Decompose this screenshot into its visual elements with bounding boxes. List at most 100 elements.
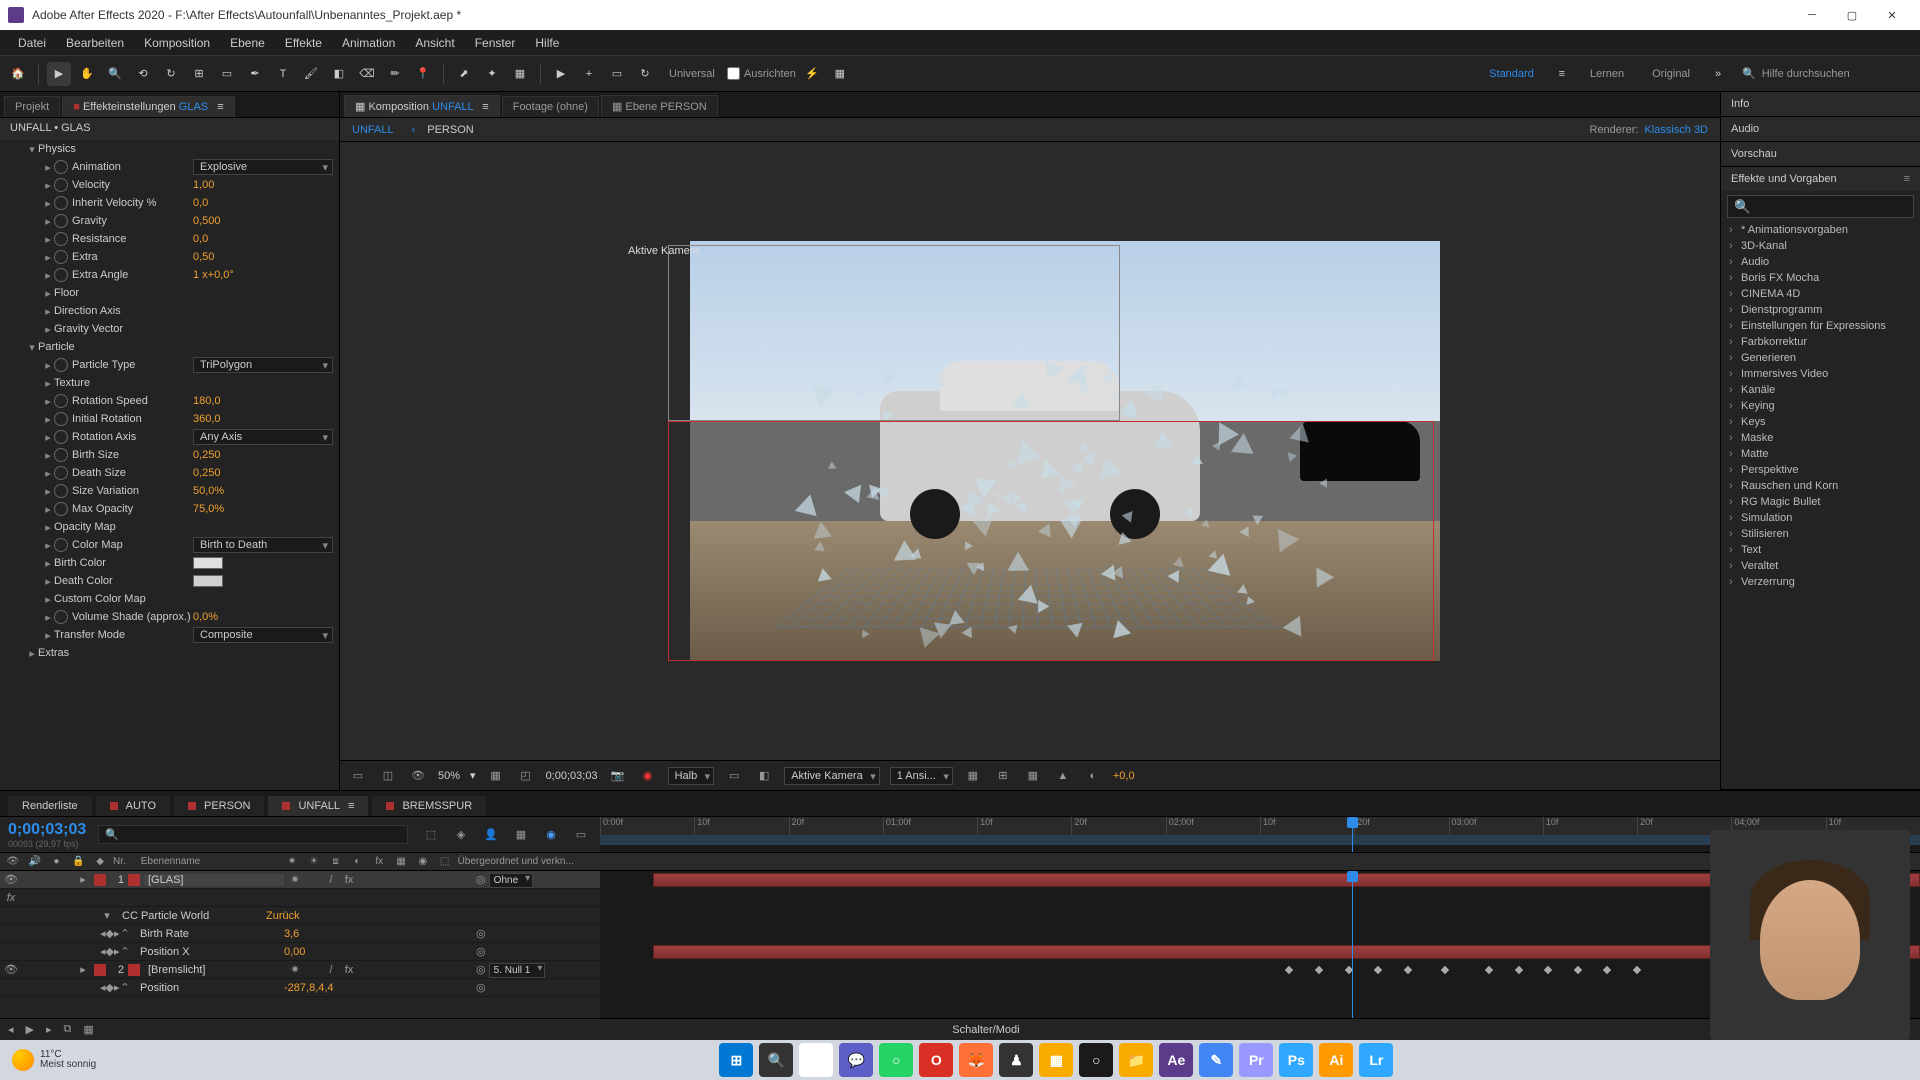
mask-icon[interactable]: 👁 [408,766,428,786]
zoom-tool-icon[interactable]: 🔍 [103,62,127,86]
value-13[interactable]: 180,0 [193,395,333,407]
color-swatch[interactable] [193,557,223,569]
effect-category-rauschen-und-korn[interactable]: Rauschen und Korn [1727,478,1914,494]
pickwhip-icon[interactable]: ◎ [476,946,486,958]
stopwatch-icon[interactable] [54,448,68,462]
ausrichten-checkbox[interactable] [727,67,740,80]
prop-value[interactable]: 3,6 [284,928,299,940]
taskbar-app[interactable]: 💬 [839,1043,873,1077]
tl-next-kf-icon[interactable]: ▸ [46,1023,52,1036]
panel-vorschau[interactable]: Vorschau [1721,142,1920,166]
ruler-tick[interactable]: 01;00f [883,817,977,835]
axis-local-icon[interactable]: ⬈ [452,62,476,86]
col-audio-icon[interactable]: 🔊 [26,856,44,867]
value-19[interactable]: 75,0% [193,503,333,515]
stopwatch-icon[interactable] [54,610,68,624]
effect-category-generieren[interactable]: Generieren [1727,350,1914,366]
renderer-value[interactable]: Klassisch 3D [1644,124,1708,136]
ruler-tick[interactable]: 02;00f [1166,817,1260,835]
layer-bounds-1[interactable] [668,421,1434,661]
composition-viewer[interactable]: Aktive Kamera [340,142,1720,760]
taskbar-app[interactable]: ▭ [799,1043,833,1077]
effect-category-verzerrung[interactable]: Verzerrung [1727,574,1914,590]
stopwatch-icon[interactable] [54,538,68,552]
dropdown-21[interactable]: Birth to Death [193,537,333,553]
always-preview-icon[interactable]: ▭ [348,766,368,786]
comp-flowchart-icon[interactable]: ⬚ [420,824,442,846]
breadcrumb-unfall[interactable]: UNFALL [352,124,394,136]
dropdown-15[interactable]: Any Axis [193,429,333,445]
effect-category-simulation[interactable]: Simulation [1727,510,1914,526]
shy-switch[interactable]: ✷ [288,963,302,976]
menu-fenster[interactable]: Fenster [465,36,526,50]
orbit-tool-icon[interactable]: ⟲ [131,62,155,86]
effect-category-cinema-4d[interactable]: CINEMA 4D [1727,286,1914,302]
taskbar-app[interactable]: ✎ [1199,1043,1233,1077]
draft-3d-icon[interactable]: ◈ [450,824,472,846]
ruler-tick[interactable]: 0:00f [600,817,694,835]
graph-icon[interactable]: ⌃ [118,945,132,958]
layer-row[interactable]: 👁▸2[Bremslicht]✷/fx◎ 5. Null 1 [0,961,600,979]
stopwatch-icon[interactable] [54,394,68,408]
stopwatch-icon[interactable] [54,178,68,192]
twirl-icon[interactable]: ▾ [26,143,38,156]
effect-category-keying[interactable]: Keying [1727,398,1914,414]
effect-category-perspektive[interactable]: Perspektive [1727,462,1914,478]
pickwhip-icon[interactable]: ◎ [476,982,486,994]
panel-info[interactable]: Info [1721,92,1920,116]
ruler-tick[interactable]: 10f [1543,817,1637,835]
taskbar-app[interactable]: ⊞ [719,1043,753,1077]
ruler-tick[interactable]: 10f [1260,817,1354,835]
menu-ebene[interactable]: Ebene [220,36,275,50]
camera-view-select[interactable]: Aktive Kamera [784,767,880,785]
pickwhip-icon[interactable]: ◎ [476,964,486,976]
effect-category-einstellungen-f-r-expressions[interactable]: Einstellungen für Expressions [1727,318,1914,334]
col-solo-icon[interactable]: ● [48,856,66,867]
effects-search-input[interactable] [1727,195,1914,218]
layer-bounds-2[interactable] [668,245,1120,421]
toggle-modes-icon[interactable]: ▦ [83,1023,93,1036]
graph-icon[interactable]: ⌃ [118,981,132,994]
value-16[interactable]: 0,250 [193,449,333,461]
effect-category-kan-le[interactable]: Kanäle [1727,382,1914,398]
ruler-tick[interactable]: 03;00f [1449,817,1543,835]
dropdown-26[interactable]: Composite [193,627,333,643]
effect-category-audio[interactable]: Audio [1727,254,1914,270]
snapping-icon[interactable]: ⚡ [800,62,824,86]
rect-tool-icon[interactable]: ▭ [215,62,239,86]
dropdown-0[interactable]: Explosive [193,159,333,175]
transparency-grid-icon[interactable]: ◫ [378,766,398,786]
clone-tool-icon[interactable]: ◧ [327,62,351,86]
taskbar-app[interactable]: Lr [1359,1043,1393,1077]
effect-category-text[interactable]: Text [1727,542,1914,558]
kf-nav-icon[interactable]: ◂◆▸ [100,927,114,940]
hand-tool-icon[interactable]: ✋ [75,62,99,86]
close-button[interactable]: ✕ [1872,0,1912,30]
effect-category--animationsvorgaben[interactable]: * Animationsvorgaben [1727,222,1914,238]
value-3[interactable]: 0,500 [193,215,333,227]
taskbar-app[interactable]: ○ [879,1043,913,1077]
tl-prev-kf-icon[interactable]: ◂ [8,1023,14,1036]
tab-footage[interactable]: Footage (ohne) [502,96,599,117]
tab-menu-icon[interactable]: ≡ [482,101,488,113]
3d-view-icon[interactable]: ◧ [754,766,774,786]
toggle-switches-icon[interactable]: ⧉ [64,1023,72,1036]
effect-category-stilisieren[interactable]: Stilisieren [1727,526,1914,542]
ruler-tick[interactable]: 20f [789,817,883,835]
menu-effekte[interactable]: Effekte [275,36,332,50]
twirl-icon[interactable]: ▾ [100,909,114,922]
value-1[interactable]: 1,00 [193,179,333,191]
value-17[interactable]: 0,250 [193,467,333,479]
puppet-tool-icon[interactable]: 📍 [411,62,435,86]
value-5[interactable]: 0,50 [193,251,333,263]
layer-label-color[interactable] [94,964,106,976]
tl-play-icon[interactable]: ▶ [26,1023,34,1036]
taskbar-app[interactable]: 🔍 [759,1043,793,1077]
menu-animation[interactable]: Animation [332,36,405,50]
eye-icon[interactable]: 👁 [4,873,18,886]
zoom-dropdown-icon[interactable]: ▾ [470,769,476,782]
section-physics[interactable]: Physics [38,143,76,155]
effect-category-boris-fx-mocha[interactable]: Boris FX Mocha [1727,270,1914,286]
stopwatch-icon[interactable] [54,430,68,444]
layer-prop-row[interactable]: ▾CC Particle WorldZurück [0,907,600,925]
